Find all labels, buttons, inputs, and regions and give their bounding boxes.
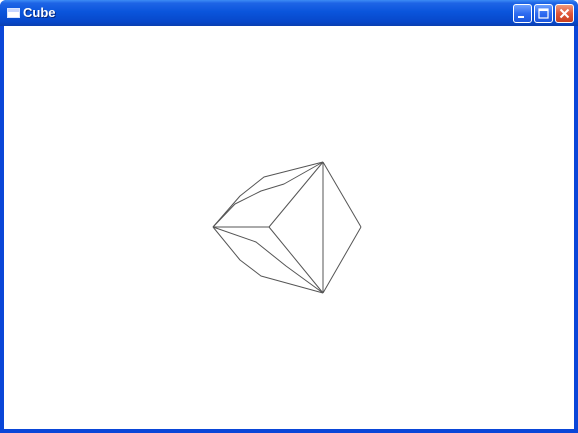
cube-edge bbox=[322, 226, 362, 294]
close-icon bbox=[559, 8, 570, 19]
cube-edge bbox=[322, 161, 362, 228]
minimize-icon bbox=[518, 16, 524, 18]
maximize-button[interactable] bbox=[534, 4, 553, 23]
close-button[interactable] bbox=[555, 4, 574, 23]
window-title: Cube bbox=[23, 5, 56, 20]
maximize-icon bbox=[538, 8, 549, 19]
cube-edge bbox=[268, 226, 324, 294]
cube-edge bbox=[268, 161, 324, 228]
app-window: Cube bbox=[0, 0, 578, 433]
cube-canvas bbox=[212, 161, 362, 294]
cube-edge bbox=[212, 226, 324, 294]
cube-edge bbox=[212, 226, 324, 294]
client-area[interactable] bbox=[4, 26, 574, 429]
cube-edge bbox=[212, 161, 324, 228]
minimize-button[interactable] bbox=[513, 4, 532, 23]
window-icon[interactable] bbox=[7, 8, 20, 18]
title-bar[interactable]: Cube bbox=[0, 0, 578, 26]
